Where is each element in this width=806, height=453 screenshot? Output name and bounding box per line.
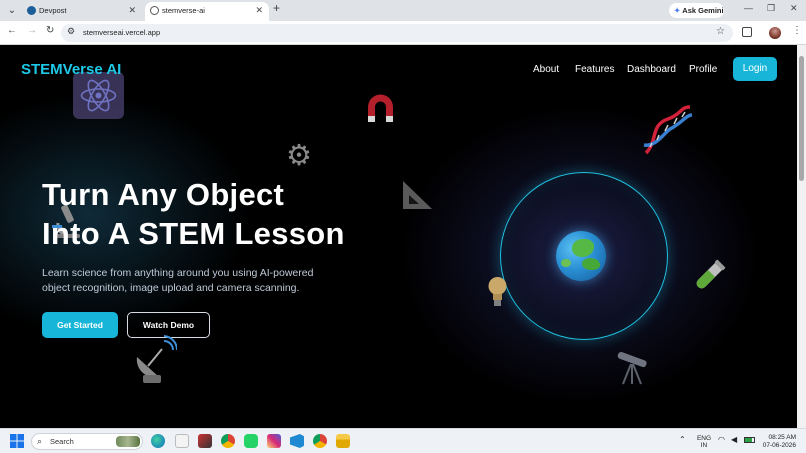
chrome-profile-icon[interactable] <box>313 434 327 448</box>
search-placeholder: Search <box>50 437 74 446</box>
hero-headline-line2: Into A STEM Lesson <box>42 216 345 251</box>
login-button[interactable]: Login <box>733 57 777 81</box>
region-code: IN <box>700 442 708 449</box>
tab-title: Devpost <box>39 6 67 15</box>
nav-features[interactable]: Features <box>575 64 614 75</box>
ask-gemini-button[interactable]: ✦ Ask Gemini <box>669 3 724 18</box>
test-tube-icon <box>696 259 726 289</box>
taskbar-clock[interactable]: 08:25 AM 07-06-2026 <box>760 434 796 450</box>
battery-icon[interactable] <box>744 437 755 443</box>
windows-start-icon[interactable] <box>10 434 24 448</box>
new-tab-button[interactable]: + <box>273 1 280 15</box>
atom-icon <box>73 72 124 119</box>
lightbulb-icon <box>488 277 507 306</box>
clock-time: 08:25 AM <box>768 434 796 441</box>
ask-gemini-label: Ask Gemini <box>682 6 724 15</box>
close-window-button[interactable]: ✕ <box>790 3 798 14</box>
scrollbar-thumb[interactable] <box>799 56 804 181</box>
minimize-window-button[interactable]: — <box>744 3 753 13</box>
hero-headline-line1: Turn Any Object <box>42 177 285 212</box>
site-info-icon[interactable]: ⚙ <box>67 26 75 37</box>
gemini-sparkle-icon: ✦ <box>674 6 681 15</box>
tab-devpost[interactable]: Devpost ✕ <box>22 2 142 21</box>
nav-profile[interactable]: Profile <box>689 64 717 75</box>
hero-subtitle-line2: object recognition, image upload and cam… <box>42 282 300 294</box>
tab-stemverse[interactable]: stemverse-ai ✕ <box>145 2 269 21</box>
set-square-icon <box>403 181 432 209</box>
bookmark-star-icon[interactable]: ☆ <box>716 26 725 37</box>
restore-window-button[interactable]: ❐ <box>767 3 775 14</box>
close-tab-icon[interactable]: ✕ <box>255 2 263 19</box>
browser-menu-icon[interactable]: ⋮ <box>792 25 802 36</box>
extensions-icon[interactable] <box>742 27 752 37</box>
search-highlight-thumbnail <box>116 436 140 447</box>
vscode-icon[interactable] <box>290 434 304 448</box>
volume-icon[interactable]: ◀ <box>731 436 737 444</box>
profile-avatar[interactable] <box>769 27 781 39</box>
get-started-button[interactable]: Get Started <box>42 312 118 338</box>
magnet-icon <box>368 94 393 122</box>
search-icon: ⌕ <box>37 436 43 446</box>
windows-taskbar: ⌕ Search ⌃ ENG IN ◠ ◀ 08:25 AM 07-06-202… <box>0 428 806 453</box>
dna-icon <box>643 105 693 155</box>
devpost-favicon-icon <box>27 6 36 15</box>
brand-logo[interactable]: STEMVerse AI <box>21 61 121 78</box>
nav-dashboard[interactable]: Dashboard <box>627 64 676 75</box>
clock-date: 07-06-2026 <box>762 442 796 449</box>
globe-icon <box>556 231 606 281</box>
url-text[interactable]: stemverseai.vercel.app <box>83 24 160 42</box>
reload-button[interactable]: ↻ <box>46 25 54 36</box>
whatsapp-icon[interactable] <box>244 434 258 448</box>
hero-section: STEMVerse AI About Features Dashboard Pr… <box>0 45 797 428</box>
forward-button[interactable]: → <box>27 25 37 36</box>
language-code: ENG <box>696 435 712 442</box>
telescope-icon <box>617 351 647 385</box>
hero-subtitle-line1: Learn science from anything around you u… <box>42 267 314 279</box>
close-tab-icon[interactable]: ✕ <box>128 2 136 19</box>
address-bar[interactable]: ⚙ stemverseai.vercel.app ☆ <box>61 24 733 42</box>
tab-search-dropdown-icon[interactable]: ⌄ <box>5 4 19 18</box>
language-indicator[interactable]: ENG IN <box>696 435 712 449</box>
nav-about[interactable]: About <box>533 64 559 75</box>
edge-icon[interactable] <box>151 434 165 448</box>
satellite-dish-icon <box>136 335 177 383</box>
file-explorer-icon[interactable] <box>336 434 350 448</box>
taskbar-search-box[interactable]: ⌕ Search <box>31 433 143 450</box>
instagram-icon[interactable] <box>267 434 281 448</box>
gear-icon: ⚙ <box>286 140 312 172</box>
files-app-icon[interactable] <box>175 434 189 448</box>
tab-title: stemverse-ai <box>162 6 205 15</box>
chrome-icon[interactable] <box>221 434 235 448</box>
wifi-icon[interactable]: ◠ <box>718 436 725 444</box>
back-button[interactable]: ← <box>7 25 17 36</box>
address-toolbar: ← → ↻ ⚙ stemverseai.vercel.app ☆ ⋮ <box>0 21 806 45</box>
globe-favicon-icon <box>150 6 159 15</box>
tab-strip: ⌄ Devpost ✕ stemverse-ai ✕ + ✦ Ask Gemini… <box>0 0 806 21</box>
photos-app-icon[interactable] <box>198 434 212 448</box>
tray-overflow-chevron-icon[interactable]: ⌃ <box>679 436 686 444</box>
